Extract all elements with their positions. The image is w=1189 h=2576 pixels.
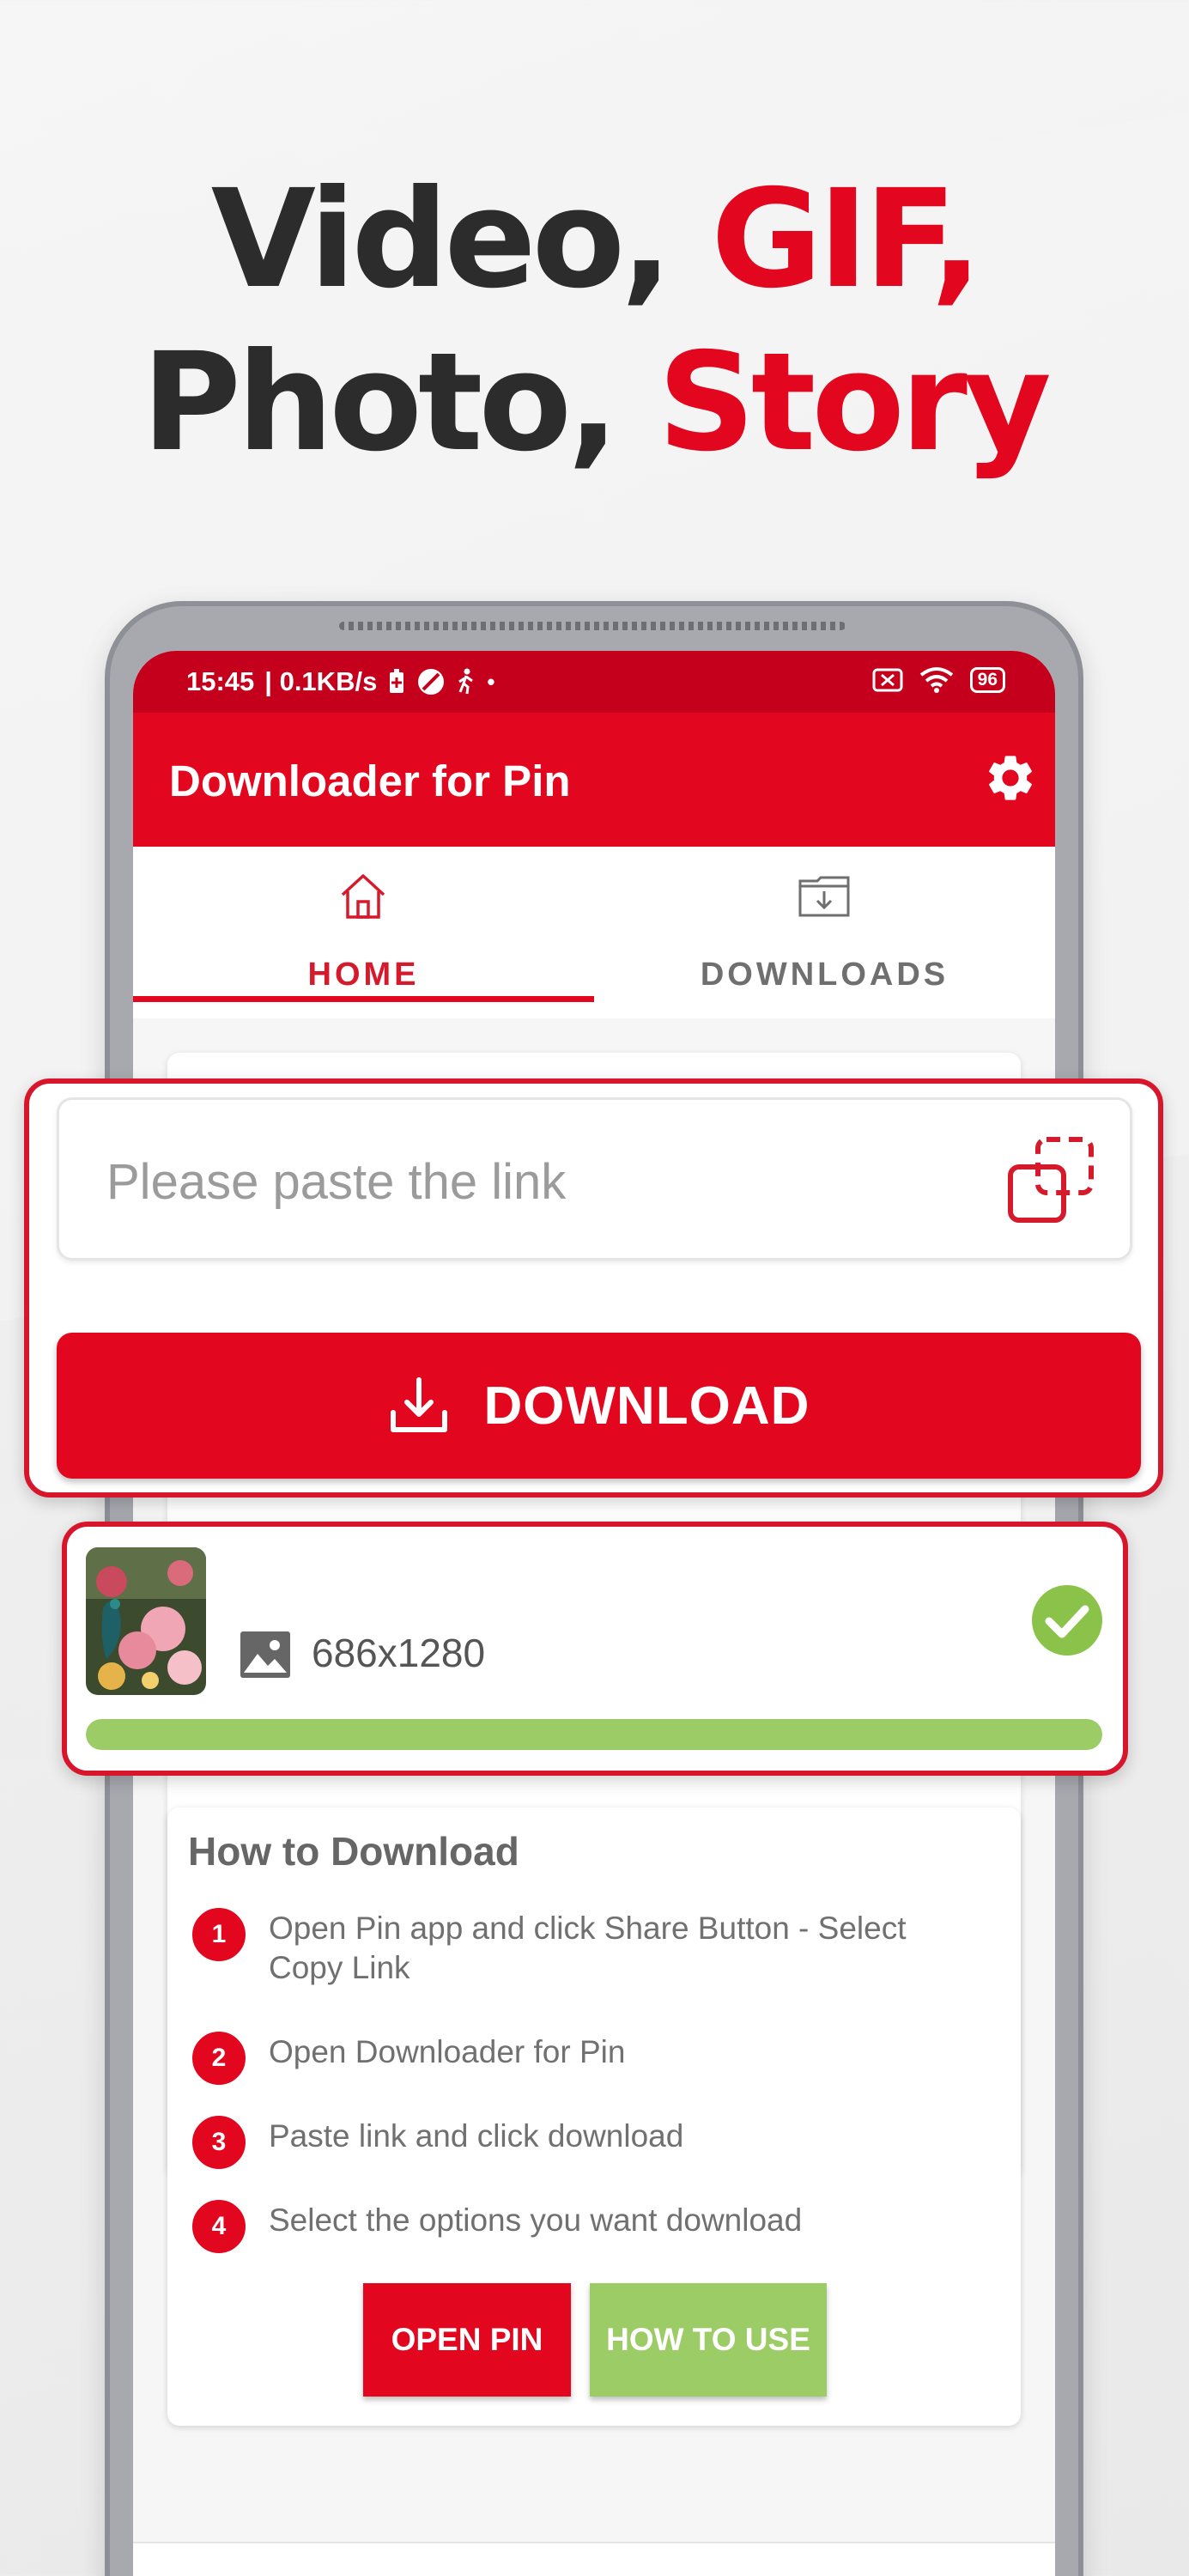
download-item-card[interactable]: 686x1280 bbox=[62, 1522, 1128, 1776]
headline-line-2: Photo, Story bbox=[0, 335, 1189, 471]
check-icon bbox=[1032, 1585, 1102, 1656]
link-input-panel: DOWNLOAD bbox=[24, 1078, 1163, 1498]
step-text: Select the options you want download bbox=[269, 2202, 803, 2238]
tab-home[interactable]: HOME bbox=[133, 847, 594, 1018]
how-to-title: How to Download bbox=[188, 1829, 519, 1874]
app-title: Downloader for Pin bbox=[169, 756, 571, 805]
step-number: 1 bbox=[188, 1904, 250, 1965]
no-sim-icon bbox=[872, 668, 903, 692]
how-to-buttons: OPEN PIN HOW TO USE bbox=[363, 2283, 827, 2397]
walking-icon bbox=[458, 668, 474, 695]
step-item: 4 Select the options you want download bbox=[188, 2196, 973, 2257]
home-icon bbox=[341, 874, 385, 919]
paste-icon[interactable] bbox=[1004, 1133, 1100, 1229]
headline-line-1: Video, GIF, bbox=[0, 172, 1189, 307]
vpn-icon bbox=[418, 669, 445, 695]
download-thumbnail bbox=[86, 1547, 206, 1695]
battery-icon: 96 bbox=[969, 667, 1005, 693]
download-progress-fill bbox=[86, 1719, 1102, 1750]
bottom-strip bbox=[133, 2542, 1055, 2576]
step-item: 3 Paste link and click download bbox=[188, 2111, 973, 2173]
step-number: 4 bbox=[188, 2196, 250, 2257]
headline-red-text: Story bbox=[658, 324, 1052, 482]
status-speed: | 0.1KB/s bbox=[264, 666, 378, 696]
how-to-use-button[interactable]: HOW TO USE bbox=[590, 2283, 827, 2397]
download-button-label: DOWNLOAD bbox=[483, 1376, 810, 1436]
link-input-container bbox=[57, 1097, 1132, 1261]
step-text: Paste link and click download bbox=[269, 2118, 684, 2154]
step-text: Open Downloader for Pin bbox=[269, 2034, 626, 2069]
notification-dot: • bbox=[487, 668, 495, 695]
battery-saver-icon bbox=[390, 669, 404, 693]
wifi-icon bbox=[919, 667, 953, 693]
app-bar: Downloader for Pin bbox=[133, 713, 1055, 847]
step-item: 1 Open Pin app and click Share Button - … bbox=[188, 1904, 973, 1988]
download-button[interactable]: DOWNLOAD bbox=[57, 1333, 1141, 1479]
step-number: 2 bbox=[188, 2027, 250, 2089]
how-to-card: How to Download 1 Open Pin app and click… bbox=[167, 1807, 1021, 2426]
status-left: 15:45 | 0.1KB/s • bbox=[186, 666, 494, 697]
headline-dark-text: Photo, bbox=[142, 324, 658, 482]
folder-download-icon bbox=[798, 876, 850, 917]
step-number: 3 bbox=[188, 2111, 250, 2173]
active-tab-indicator bbox=[133, 996, 594, 1002]
tab-downloads[interactable]: DOWNLOADS bbox=[594, 847, 1055, 1018]
step-item: 2 Open Downloader for Pin bbox=[188, 2027, 973, 2089]
image-icon bbox=[240, 1631, 290, 1678]
tab-downloads-label: DOWNLOADS bbox=[700, 957, 949, 993]
status-right: 96 bbox=[872, 666, 1005, 694]
headline-red-text: GIF, bbox=[711, 161, 982, 319]
gear-icon[interactable] bbox=[983, 750, 1038, 805]
link-input[interactable] bbox=[106, 1134, 965, 1229]
download-progress-bar bbox=[86, 1719, 1102, 1750]
tab-home-label: HOME bbox=[307, 957, 420, 993]
tab-bar: HOME DOWNLOADS bbox=[133, 847, 1055, 1018]
status-bar: 15:45 | 0.1KB/s • 96 bbox=[133, 651, 1055, 713]
phone-speaker bbox=[339, 622, 846, 630]
open-pin-button[interactable]: OPEN PIN bbox=[363, 2283, 571, 2397]
step-text: Open Pin app and click Share Button - Se… bbox=[269, 1911, 907, 1985]
status-time: 15:45 bbox=[186, 666, 255, 696]
headline-dark-text: Video, bbox=[210, 161, 712, 319]
download-icon bbox=[390, 1377, 447, 1432]
image-dimensions: 686x1280 bbox=[312, 1631, 486, 1675]
